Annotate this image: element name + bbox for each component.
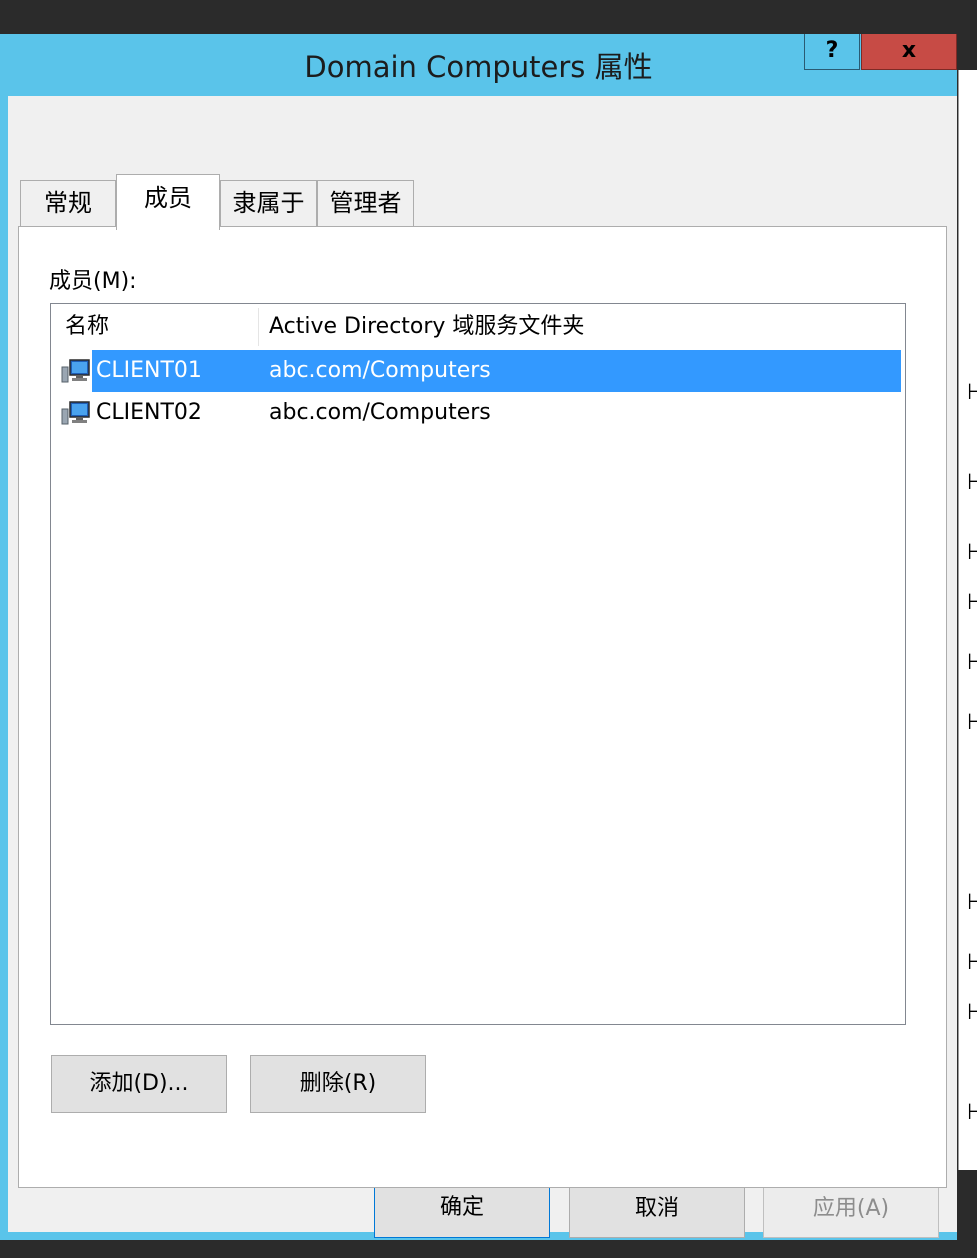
add-button[interactable]: 添加(D)... — [51, 1055, 227, 1113]
list-header: 名称 Active Directory 域服务文件夹 — [55, 308, 901, 346]
title-bar[interactable]: Domain Computers 属性 ? x — [0, 34, 957, 96]
cancel-button[interactable]: 取消 — [569, 1180, 745, 1238]
member-folder: abc.com/Computers — [269, 400, 491, 425]
dialog-client-area: 常规 成员 隶属于 管理者 成员(M): 名称 Active Directory… — [8, 96, 957, 1238]
list-item-client01[interactable]: CLIENT01 abc.com/Computers — [55, 350, 901, 392]
remove-button[interactable]: 删除(R) — [250, 1055, 426, 1113]
tab-member-of[interactable]: 隶属于 — [220, 180, 317, 226]
background-window: ⊢ ⊢ ⊢ ⊢ ⊢ ⊢ ⊢ ⊢ ⊢ ⊢ — [958, 70, 977, 1170]
column-header-name[interactable]: 名称 — [55, 308, 259, 346]
member-folder: abc.com/Computers — [269, 358, 491, 383]
members-list[interactable]: 名称 Active Directory 域服务文件夹 CLIENT01 abc.… — [50, 303, 906, 1025]
members-label: 成员(M): — [49, 269, 137, 294]
list-item-client02[interactable]: CLIENT02 abc.com/Computers — [55, 392, 901, 434]
tab-general[interactable]: 常规 — [20, 180, 116, 226]
help-button[interactable]: ? — [804, 34, 860, 70]
tab-managed-by[interactable]: 管理者 — [317, 180, 414, 226]
apply-button[interactable]: 应用(A) — [763, 1180, 939, 1238]
properties-dialog: Domain Computers 属性 ? x 常规 成员 隶属于 管理者 成员… — [0, 34, 957, 1240]
member-name: CLIENT01 — [96, 358, 202, 383]
computer-icon — [61, 401, 90, 425]
close-button[interactable]: x — [861, 34, 957, 70]
members-tab-panel: 成员(M): 名称 Active Directory 域服务文件夹 CLIENT… — [18, 226, 947, 1188]
tab-members[interactable]: 成员 — [116, 174, 220, 230]
column-header-folder[interactable]: Active Directory 域服务文件夹 — [259, 308, 901, 346]
member-name: CLIENT02 — [96, 400, 202, 425]
selection-highlight — [92, 350, 901, 392]
computer-icon — [61, 359, 90, 383]
ok-button[interactable]: 确定 — [374, 1180, 550, 1238]
